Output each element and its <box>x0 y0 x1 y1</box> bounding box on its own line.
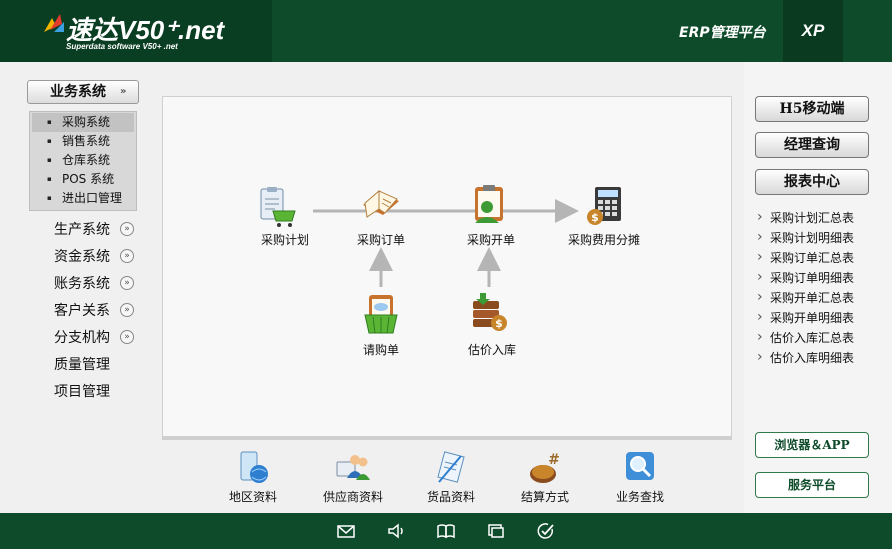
double-chevron-down-icon: » <box>120 86 127 97</box>
sidebar-item-production[interactable]: 生产系统 » <box>54 220 154 240</box>
sidebar-item-accounting[interactable]: 账务系统 » <box>54 274 154 294</box>
sidebar-item-funds[interactable]: 资金系统 » <box>54 247 154 267</box>
tool-label: 业务查找 <box>615 490 665 504</box>
flow-label-purchase-order: 采购订单 <box>356 233 406 247</box>
mail-icon[interactable] <box>336 521 356 541</box>
sidebar-item-label: 资金系统 <box>54 249 110 265</box>
submenu-item-import-export[interactable]: 进出口管理 <box>30 189 136 208</box>
flow-label-cost-allocation: 采购费用分摊 <box>567 233 641 247</box>
report-link[interactable]: 采购订单汇总表 <box>756 247 854 268</box>
speaker-icon[interactable] <box>386 521 406 541</box>
stack-money-icon: $ <box>473 293 507 331</box>
report-link[interactable]: 采购订单明细表 <box>756 267 854 288</box>
tool-label: 地区资料 <box>228 490 278 504</box>
report-link[interactable]: 估价入库汇总表 <box>756 327 854 348</box>
sidebar-item-branches[interactable]: 分支机构 » <box>54 328 154 348</box>
sidebar-item-label: 生产系统 <box>54 222 110 238</box>
tool-goods-data[interactable]: 货品资料 <box>411 450 491 510</box>
expand-circle-icon: » <box>120 249 134 263</box>
sidebar-item-quality[interactable]: 质量管理 <box>54 355 154 375</box>
clipboard-user-icon <box>475 185 503 223</box>
flow-label-purchase-request: 请购单 <box>362 343 400 357</box>
goods-document-icon <box>437 451 465 483</box>
submenu-item-sales[interactable]: 销售系统 <box>30 132 136 151</box>
left-sidebar: 业务系统 » 采购系统 销售系统 仓库系统 POS 系统 进出口管理 生产系统 … <box>0 62 155 513</box>
check-circle-icon[interactable] <box>536 521 556 541</box>
submenu-item-warehouse[interactable]: 仓库系统 <box>30 151 136 170</box>
sidebar-item-crm[interactable]: 客户关系 » <box>54 301 154 321</box>
region-globe-icon <box>240 451 268 483</box>
windows-icon[interactable] <box>486 521 506 541</box>
manager-query-button[interactable]: 经理查询 <box>755 132 869 158</box>
report-link[interactable]: 估价入库明细表 <box>756 347 854 368</box>
expand-circle-icon: » <box>120 303 134 317</box>
app-footer <box>0 513 892 549</box>
service-platform-button[interactable]: 服务平台 <box>755 472 869 498</box>
expand-circle-icon: » <box>120 222 134 236</box>
browser-app-button[interactable]: 浏览器＆APP <box>755 432 869 458</box>
flow-arrows <box>313 199 579 287</box>
book-icon[interactable] <box>436 521 456 541</box>
report-link[interactable]: 采购开单明细表 <box>756 307 854 328</box>
sidebar-item-label: 客户关系 <box>54 303 110 319</box>
magnifier-icon <box>626 452 654 480</box>
tool-label: 供应商资料 <box>322 490 384 504</box>
panel-divider <box>162 436 732 440</box>
flow-label-purchase-plan: 采购计划 <box>260 233 310 247</box>
logo-area: 速达V50⁺.net Superdata software V50+ .net <box>0 0 272 62</box>
tool-region-data[interactable]: 地区资料 <box>213 450 293 510</box>
flow-label-estimated-receipt: 估价入库 <box>467 343 517 357</box>
tool-label: 结算方式 <box>520 490 570 504</box>
expand-circle-icon: » <box>120 276 134 290</box>
report-list: 采购计划汇总表 采购计划明细表 采购订单汇总表 采购订单明细表 采购开单汇总表 … <box>756 207 854 368</box>
svg-text:$: $ <box>591 211 599 224</box>
svg-text:#: # <box>548 452 560 468</box>
calculator-money-icon: $ <box>587 187 621 225</box>
system-select-label: 业务系统 <box>50 84 106 100</box>
system-select-button[interactable]: 业务系统 » <box>27 80 139 104</box>
flow-label-purchase-invoice: 采购开单 <box>466 233 516 247</box>
sidebar-item-label: 项目管理 <box>54 384 110 400</box>
tool-business-search[interactable]: 业务查找 <box>600 450 680 510</box>
report-link[interactable]: 采购计划明细表 <box>756 227 854 248</box>
tool-settlement-method[interactable]: # 结算方式 <box>505 450 585 510</box>
expand-circle-icon: » <box>120 330 134 344</box>
submenu-item-purchase[interactable]: 采购系统 <box>32 113 134 132</box>
tool-supplier-data[interactable]: 供应商资料 <box>313 450 393 510</box>
report-link[interactable]: 采购开单汇总表 <box>756 287 854 308</box>
settlement-coins-icon: # <box>530 452 560 483</box>
h5-mobile-button[interactable]: H5移动端 <box>755 96 869 122</box>
logo-subtitle: Superdata software V50+ .net <box>66 42 178 51</box>
edition-badge: XP <box>783 0 843 62</box>
app-header: 速达V50⁺.net Superdata software V50+ .net … <box>0 0 892 62</box>
svg-text:$: $ <box>495 317 503 330</box>
right-panel: H5移动端 经理查询 报表中心 采购计划汇总表 采购计划明细表 采购订单汇总表 … <box>744 62 892 513</box>
system-submenu: 采购系统 销售系统 仓库系统 POS 系统 进出口管理 <box>29 111 137 211</box>
tool-label: 货品资料 <box>426 490 476 504</box>
sidebar-item-label: 质量管理 <box>54 357 110 373</box>
clipboard-cart-icon <box>260 187 296 227</box>
report-center-button[interactable]: 报表中心 <box>755 169 869 195</box>
sidebar-item-label: 分支机构 <box>54 330 110 346</box>
purchase-flow-panel: 采购计划 采购订单 采购开单 $ 采购费用分摊 请购单 $ 估价入库 <box>162 96 732 438</box>
sidebar-item-projects[interactable]: 项目管理 <box>54 382 154 402</box>
suppliers-icon <box>336 455 370 480</box>
sidebar-item-label: 账务系统 <box>54 276 110 292</box>
basket-cloud-icon <box>364 295 398 334</box>
submenu-item-pos[interactable]: POS 系统 <box>30 170 136 189</box>
report-link[interactable]: 采购计划汇总表 <box>756 207 854 228</box>
platform-title: ERP管理平台 <box>679 25 766 41</box>
open-book-icon <box>363 189 399 218</box>
logo-icon <box>44 14 64 32</box>
